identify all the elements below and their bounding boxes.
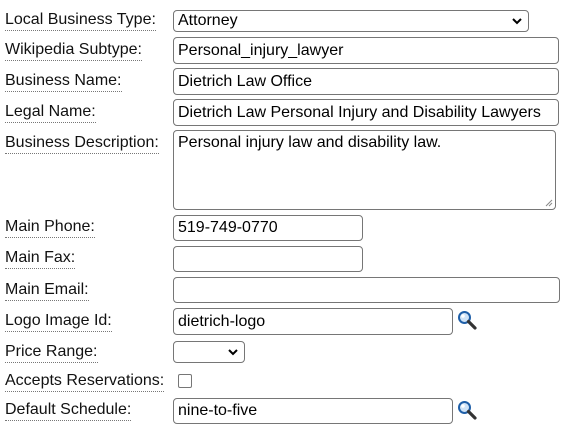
business-description-text: Personal injury law and disability law. bbox=[178, 134, 442, 151]
chevron-down-icon bbox=[512, 18, 522, 25]
default-schedule-input[interactable]: nine-to-five bbox=[173, 398, 453, 424]
magnifier-icon[interactable] bbox=[456, 309, 478, 331]
wikipedia-subtype-label: Wikipedia Subtype: bbox=[5, 40, 142, 61]
chevron-down-icon bbox=[228, 349, 238, 356]
logo-image-id-label: Logo Image Id: bbox=[5, 311, 112, 332]
business-name-label: Business Name: bbox=[5, 71, 122, 92]
legal-name-input[interactable]: Dietrich Law Personal Injury and Disabil… bbox=[173, 99, 559, 126]
local-business-type-value: Attorney bbox=[178, 12, 238, 29]
default-schedule-label: Default Schedule: bbox=[5, 400, 132, 421]
local-business-type-select[interactable]: Attorney bbox=[173, 10, 529, 32]
business-description-label: Business Description: bbox=[5, 133, 159, 154]
magnifier-icon[interactable] bbox=[456, 399, 478, 421]
main-email-label: Main Email: bbox=[5, 280, 89, 301]
legal-name-label: Legal Name: bbox=[5, 102, 96, 123]
price-range-label: Price Range: bbox=[5, 342, 98, 363]
main-email-input[interactable] bbox=[173, 277, 560, 303]
main-fax-label: Main Fax: bbox=[5, 248, 76, 269]
main-phone-label: Main Phone: bbox=[5, 217, 95, 238]
main-fax-input[interactable] bbox=[173, 246, 363, 272]
accepts-reservations-label: Accepts Reservations: bbox=[5, 371, 165, 392]
business-description-textarea[interactable]: Personal injury law and disability law. bbox=[173, 130, 556, 210]
main-phone-input[interactable]: 519-749-0770 bbox=[173, 215, 363, 241]
business-name-input[interactable]: Dietrich Law Office bbox=[173, 68, 559, 95]
resize-grip-icon[interactable] bbox=[545, 199, 553, 207]
wikipedia-subtype-input[interactable]: Personal_injury_lawyer bbox=[173, 37, 559, 64]
logo-image-id-input[interactable]: dietrich-logo bbox=[173, 308, 453, 335]
accepts-reservations-checkbox[interactable] bbox=[178, 374, 192, 388]
price-range-select[interactable] bbox=[173, 341, 245, 363]
local-business-type-label: Local Business Type: bbox=[5, 10, 156, 31]
